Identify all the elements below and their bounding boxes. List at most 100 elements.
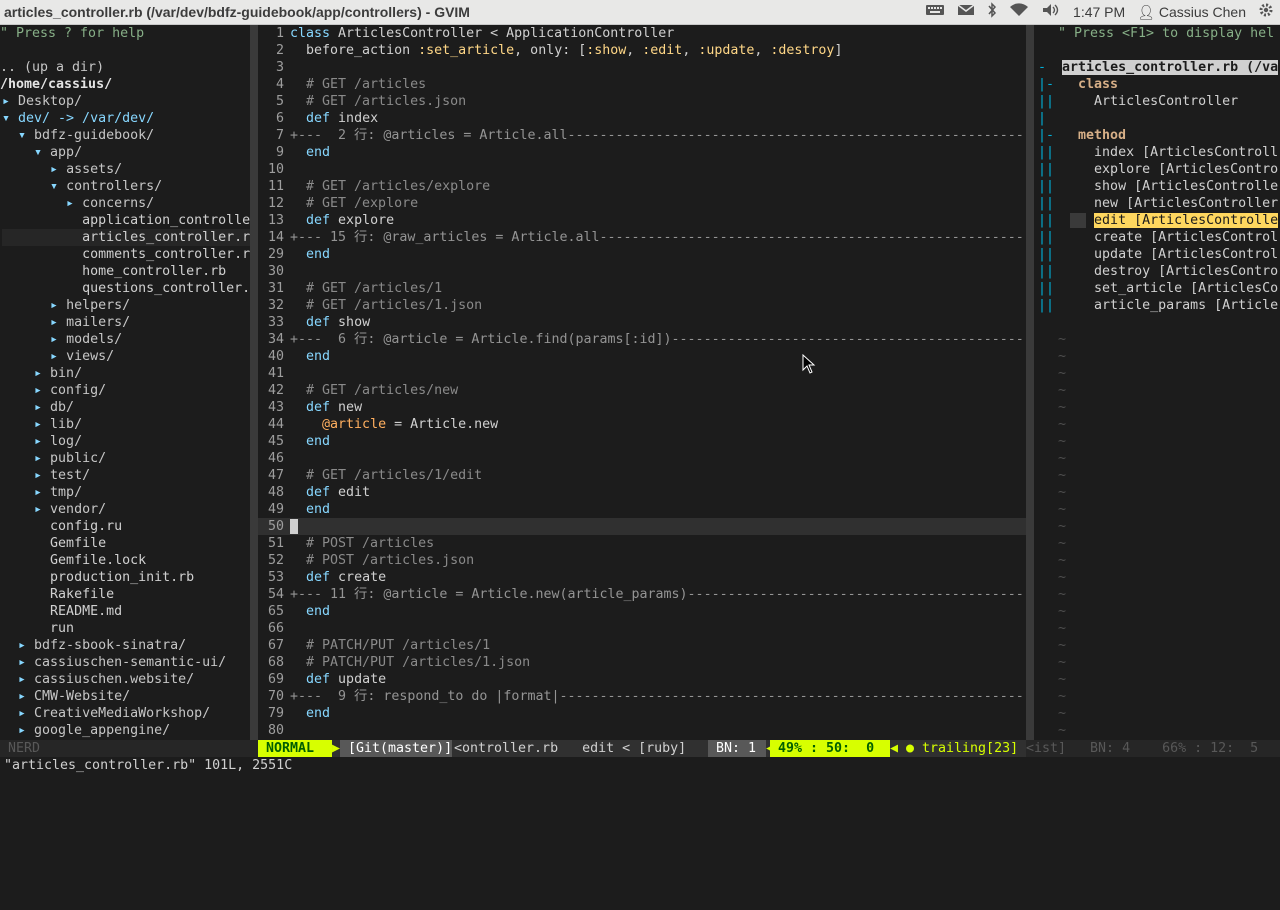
- nerdtree-file[interactable]: questions_controller.: [2, 280, 250, 297]
- nerdtree-file[interactable]: README.md: [2, 603, 250, 620]
- mail-icon[interactable]: [957, 2, 975, 22]
- nerdtree-dir[interactable]: ▸ google_appengine/: [2, 722, 250, 739]
- nerdtree-file[interactable]: comments_controller.r: [2, 246, 250, 263]
- nerdtree-file[interactable]: Gemfile.lock: [2, 552, 250, 569]
- code-line[interactable]: 6 def index: [258, 110, 1026, 127]
- nerdtree-dir[interactable]: ▸ test/: [2, 467, 250, 484]
- code-line[interactable]: 43 def new: [258, 399, 1026, 416]
- nerdtree-dir[interactable]: ▾ bdfz-guidebook/: [2, 127, 250, 144]
- tagbar-method-item[interactable]: || set_article [ArticlesCo: [1038, 280, 1278, 297]
- code-line[interactable]: 2 before_action :set_article, only: [:sh…: [258, 42, 1026, 59]
- tagbar-method-item[interactable]: || index [ArticlesControll: [1038, 144, 1278, 161]
- code-line[interactable]: 52 # POST /articles.json: [258, 552, 1026, 569]
- tagbar-panel[interactable]: " Press <F1> to display hel - articles_c…: [1034, 25, 1280, 740]
- nerdtree-file[interactable]: application_controlle: [2, 212, 250, 229]
- code-line[interactable]: 69 def update: [258, 671, 1026, 688]
- nerdtree-dir[interactable]: ▸ views/: [2, 348, 250, 365]
- nerdtree-dir[interactable]: ▸ CreativeMediaWorkshop/: [2, 705, 250, 722]
- nerdtree-dir[interactable]: ▸ bdfz-sbook-sinatra/: [2, 637, 250, 654]
- code-line[interactable]: 30: [258, 263, 1026, 280]
- code-line[interactable]: 40 end: [258, 348, 1026, 365]
- nerdtree-file[interactable]: Rakefile: [2, 586, 250, 603]
- nerdtree-dir[interactable]: ▾ app/: [2, 144, 250, 161]
- code-line[interactable]: 51 # POST /articles: [258, 535, 1026, 552]
- clock[interactable]: 1:47 PM: [1073, 4, 1125, 20]
- gear-icon[interactable]: [1258, 2, 1274, 23]
- code-line[interactable]: 47 # GET /articles/1/edit: [258, 467, 1026, 484]
- wifi-icon[interactable]: [1009, 2, 1029, 22]
- nerdtree-dir[interactable]: ▸ helpers/: [2, 297, 250, 314]
- tagbar-method-item[interactable]: || create [ArticlesControl: [1038, 229, 1278, 246]
- code-line[interactable]: 9 end: [258, 144, 1026, 161]
- nerdtree-dir[interactable]: ▸ config/: [2, 382, 250, 399]
- nerdtree-dir[interactable]: ▸ Desktop/: [2, 93, 250, 110]
- tagbar-method-item[interactable]: || article_params [Article: [1038, 297, 1278, 314]
- volume-icon[interactable]: [1041, 2, 1061, 22]
- nerdtree-dir[interactable]: ▸ vendor/: [2, 501, 250, 518]
- tagbar-method-label[interactable]: method: [1078, 128, 1126, 143]
- fold-line[interactable]: 54 +--- 11 行: @article = Article.new(arti…: [258, 586, 1026, 603]
- nerdtree-dir[interactable]: ▸ concerns/: [2, 195, 250, 212]
- editor-pane[interactable]: 1 class ArticlesController < ApplicationC…: [258, 25, 1026, 740]
- fold-line[interactable]: 14 +--- 15 行: @raw_articles = Article.all…: [258, 229, 1026, 246]
- nerdtree-dir[interactable]: ▸ log/: [2, 433, 250, 450]
- nerdtree-dir[interactable]: ▸ bin/: [2, 365, 250, 382]
- code-line[interactable]: 65 end: [258, 603, 1026, 620]
- code-line[interactable]: 3: [258, 59, 1026, 76]
- nerdtree-dir[interactable]: ▸ tmp/: [2, 484, 250, 501]
- fold-line[interactable]: 7 +--- 2 行: @articles = Article.all------…: [258, 127, 1026, 144]
- code-line[interactable]: 79 end: [258, 705, 1026, 722]
- code-line[interactable]: 49 end: [258, 501, 1026, 518]
- tagbar-method-item[interactable]: || update [ArticlesControl: [1038, 246, 1278, 263]
- nerdtree-file[interactable]: Gemfile: [2, 535, 250, 552]
- code-line[interactable]: 45 end: [258, 433, 1026, 450]
- tagbar-class-name[interactable]: ArticlesController: [1094, 94, 1238, 109]
- tagbar-class-label[interactable]: class: [1078, 77, 1118, 92]
- nerdtree-dir[interactable]: ▸ lib/: [2, 416, 250, 433]
- nerdtree-file[interactable]: articles_controller.r: [2, 229, 250, 246]
- command-line[interactable]: "articles_controller.rb" 101L, 2551C: [0, 757, 1280, 800]
- code-line[interactable]: 10: [258, 161, 1026, 178]
- nerdtree-up-dir[interactable]: .. (up a dir): [0, 59, 104, 76]
- nerdtree-file[interactable]: config.ru: [2, 518, 250, 535]
- nerdtree-dir[interactable]: ▸ public/: [2, 450, 250, 467]
- bluetooth-icon[interactable]: [987, 1, 997, 23]
- code-line[interactable]: 48 def edit: [258, 484, 1026, 501]
- user-menu[interactable]: 👤︎ Cassius Chen: [1137, 4, 1246, 21]
- nerdtree-dir[interactable]: ▾ controllers/: [2, 178, 250, 195]
- code-line[interactable]: 46: [258, 450, 1026, 467]
- code-line[interactable]: 32 # GET /articles/1.json: [258, 297, 1026, 314]
- code-line[interactable]: 31 # GET /articles/1: [258, 280, 1026, 297]
- nerdtree-dir[interactable]: ▸ assets/: [2, 161, 250, 178]
- code-line[interactable]: 4 # GET /articles: [258, 76, 1026, 93]
- tagbar-method-item[interactable]: || edit [ArticlesControlle: [1038, 212, 1279, 229]
- code-line[interactable]: 41: [258, 365, 1026, 382]
- nerdtree-file[interactable]: home_controller.rb: [2, 263, 250, 280]
- code-line[interactable]: 42 # GET /articles/new: [258, 382, 1026, 399]
- nerdtree-dir[interactable]: ▸ cassiuschen-semantic-ui/: [2, 654, 250, 671]
- fold-line[interactable]: 70 +--- 9 行: respond_to do |format|------…: [258, 688, 1026, 705]
- nerdtree-dir[interactable]: ▸ models/: [2, 331, 250, 348]
- code-line[interactable]: 13 def explore: [258, 212, 1026, 229]
- code-line[interactable]: 11 # GET /articles/explore: [258, 178, 1026, 195]
- code-line[interactable]: 53 def create: [258, 569, 1026, 586]
- tagbar-method-item[interactable]: || show [ArticlesControlle: [1038, 178, 1278, 195]
- vertical-split-divider[interactable]: [250, 25, 258, 740]
- code-line[interactable]: 50: [258, 518, 1026, 535]
- nerdtree-dir[interactable]: ▸ CMW-Website/: [2, 688, 250, 705]
- tagbar-method-item[interactable]: || destroy [ArticlesContro: [1038, 263, 1278, 280]
- vertical-split-divider[interactable]: [1026, 25, 1034, 740]
- nerdtree-root[interactable]: /home/cassius/: [0, 76, 112, 93]
- nerdtree-panel[interactable]: " Press ? for help .. (up a dir) /home/c…: [0, 25, 250, 756]
- tagbar-method-item[interactable]: || explore [ArticlesContro: [1038, 161, 1278, 178]
- nerdtree-dir[interactable]: ▸ cassiuschen.website/: [2, 671, 250, 688]
- code-line[interactable]: 12 # GET /explore: [258, 195, 1026, 212]
- code-line[interactable]: 66: [258, 620, 1026, 637]
- tagbar-file[interactable]: articles_controller.rb (/va: [1062, 60, 1279, 75]
- code-line[interactable]: 1 class ArticlesController < ApplicationC…: [258, 25, 1026, 42]
- nerdtree-file[interactable]: run: [2, 620, 250, 637]
- code-line[interactable]: 80: [258, 722, 1026, 739]
- nerdtree-dir[interactable]: ▸ mailers/: [2, 314, 250, 331]
- code-line[interactable]: 29 end: [258, 246, 1026, 263]
- fold-line[interactable]: 34 +--- 6 行: @article = Article.find(para…: [258, 331, 1026, 348]
